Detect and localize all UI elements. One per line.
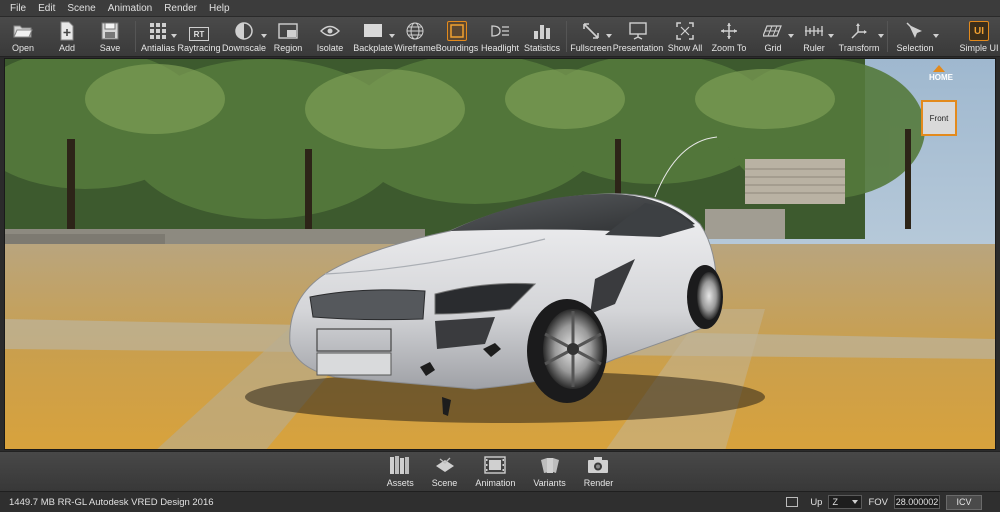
- region-button[interactable]: Region: [267, 17, 309, 56]
- toolbar-separator: [566, 21, 567, 52]
- antialias-button[interactable]: Antialias: [139, 17, 177, 56]
- presentation-screen-icon: [628, 21, 648, 41]
- scene-graph-icon: [434, 455, 456, 475]
- isolate-button[interactable]: Isolate: [309, 17, 351, 56]
- selection-button[interactable]: Selection: [891, 17, 939, 56]
- fullscreen-button[interactable]: Fullscreen: [570, 17, 612, 56]
- menu-edit[interactable]: Edit: [32, 3, 61, 14]
- chevron-down-icon[interactable]: [933, 34, 939, 38]
- selection-cursor-icon: [905, 21, 925, 41]
- raytracing-button[interactable]: RT Raytracing: [177, 17, 221, 56]
- statistics-button[interactable]: Statistics: [521, 17, 563, 56]
- camera-icon: [587, 455, 609, 475]
- show-all-icon: [675, 21, 695, 41]
- simple-ui-icon: UI: [969, 21, 989, 41]
- backplate-button[interactable]: Backplate: [351, 17, 395, 56]
- status-info: 1449.7 MB RR-GL Autodesk VRED Design 201…: [9, 496, 214, 508]
- antialias-grid-icon: [148, 21, 168, 41]
- variants-cards-icon: [539, 455, 561, 475]
- chevron-down-icon[interactable]: [878, 34, 884, 38]
- eye-icon: [320, 21, 340, 41]
- status-bar: 1449.7 MB RR-GL Autodesk VRED Design 201…: [0, 491, 1000, 512]
- bounding-box-icon: [447, 21, 467, 41]
- scene-button[interactable]: Scene: [423, 455, 467, 491]
- fov-input[interactable]: 28.000002: [894, 495, 940, 509]
- simple-ui-button[interactable]: UI Simple UI: [958, 17, 1000, 56]
- zoom-to-icon: [719, 21, 739, 41]
- backplate-icon: [363, 21, 383, 41]
- grid-button[interactable]: Grid: [752, 17, 794, 56]
- render-viewport[interactable]: HOME Front: [4, 58, 996, 450]
- main-toolbar: Open Add Save Antialias RT Raytracing Do…: [0, 17, 1000, 57]
- region-icon: [278, 21, 298, 41]
- assets-button[interactable]: Assets: [378, 455, 423, 491]
- icv-button[interactable]: ICV: [946, 494, 982, 510]
- books-icon: [389, 455, 411, 475]
- scene-render: [5, 59, 995, 449]
- downscale-icon: [234, 21, 254, 41]
- chevron-down-icon: [852, 500, 859, 504]
- grid-plane-icon: [763, 21, 783, 41]
- menu-help[interactable]: Help: [203, 3, 236, 14]
- navigation-cube[interactable]: HOME Front: [907, 65, 967, 136]
- ruler-button[interactable]: Ruler: [794, 17, 834, 56]
- boundings-button[interactable]: Boundings: [435, 17, 479, 56]
- open-button[interactable]: Open: [0, 17, 46, 56]
- save-button[interactable]: Save: [88, 17, 132, 56]
- folder-open-icon: [13, 21, 33, 41]
- wireframe-globe-icon: [405, 21, 425, 41]
- downscale-button[interactable]: Downscale: [221, 17, 267, 56]
- menu-animation[interactable]: Animation: [102, 3, 158, 14]
- menu-file[interactable]: File: [4, 3, 32, 14]
- terminal-icon[interactable]: [786, 497, 799, 507]
- variants-button[interactable]: Variants: [524, 455, 574, 491]
- zoom-to-button[interactable]: Zoom To: [706, 17, 752, 56]
- headlight-button[interactable]: Headlight: [479, 17, 521, 56]
- transform-button[interactable]: Transform: [834, 17, 884, 56]
- presentation-button[interactable]: Presentation: [612, 17, 664, 56]
- animation-button[interactable]: Animation: [466, 455, 524, 491]
- raytracing-icon: RT: [189, 27, 209, 41]
- home-view-label[interactable]: HOME: [929, 73, 953, 82]
- ruler-icon: [804, 21, 824, 41]
- menu-render[interactable]: Render: [158, 3, 203, 14]
- wireframe-button[interactable]: Wireframe: [394, 17, 436, 56]
- module-bar: Assets Scene Animation Variants Render: [0, 451, 1000, 491]
- menu-scene[interactable]: Scene: [61, 3, 101, 14]
- save-disk-icon: [100, 21, 120, 41]
- show-all-button[interactable]: Show All: [664, 17, 706, 56]
- render-button[interactable]: Render: [575, 455, 623, 491]
- bar-chart-icon: [532, 21, 552, 41]
- add-button[interactable]: Add: [46, 17, 88, 56]
- menu-bar: File Edit Scene Animation Render Help: [0, 0, 1000, 17]
- fov-label: FOV: [868, 496, 888, 508]
- add-file-icon: [57, 21, 77, 41]
- toolbar-separator: [887, 21, 888, 52]
- up-axis-select[interactable]: Z: [828, 495, 863, 509]
- toolbar-separator: [135, 21, 136, 52]
- nav-cube-front-face[interactable]: Front: [921, 100, 957, 136]
- fullscreen-arrows-icon: [581, 21, 601, 41]
- headlight-icon: [490, 21, 510, 41]
- home-icon[interactable]: [933, 65, 945, 72]
- film-strip-icon: [484, 455, 507, 475]
- up-axis-label: Up: [810, 496, 823, 508]
- transform-axes-icon: [849, 21, 869, 41]
